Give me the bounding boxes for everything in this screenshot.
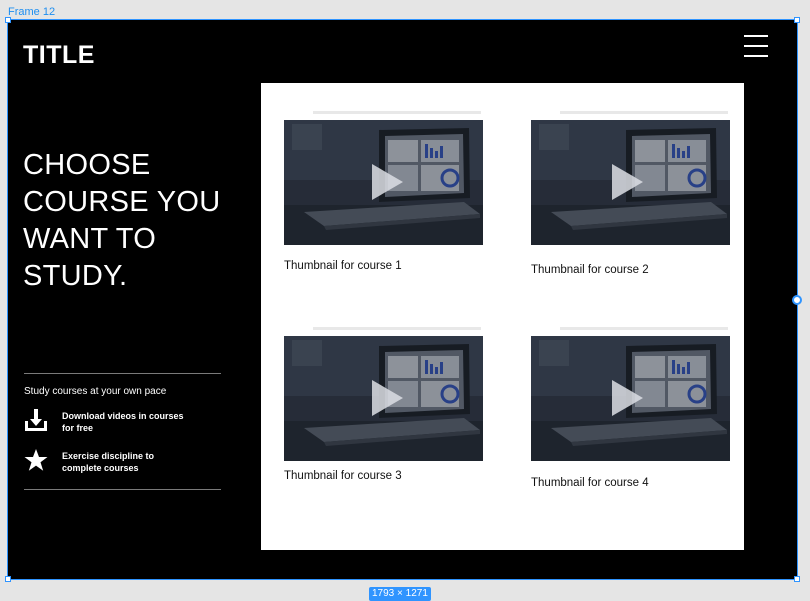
divider xyxy=(313,111,481,114)
divider xyxy=(313,327,481,330)
resize-handle-bottom-left[interactable] xyxy=(5,576,11,582)
resize-handle-bottom-right[interactable] xyxy=(794,576,800,582)
divider xyxy=(560,111,728,114)
headline-line: WANT TO xyxy=(23,223,157,255)
course-title[interactable]: Thumbnail for course 1 xyxy=(284,260,402,272)
hamburger-menu-icon[interactable] xyxy=(744,34,769,58)
course-thumbnail[interactable] xyxy=(284,120,483,245)
course-card[interactable]: Thumbnail for course 1 xyxy=(284,111,483,272)
frame-label[interactable]: Frame 12 xyxy=(8,6,55,18)
headline: CHOOSE COURSE YOU WANT TO STUDY. xyxy=(23,147,243,295)
course-title[interactable]: Thumbnail for course 3 xyxy=(284,470,402,482)
features-heading: Study courses at your own pace xyxy=(24,386,167,397)
feature-discipline: Exercise discipline to complete courses xyxy=(24,448,221,478)
course-card[interactable]: Thumbnail for course 4 xyxy=(531,327,730,489)
resize-handle-top-left[interactable] xyxy=(5,17,11,23)
headline-line: COURSE YOU xyxy=(23,186,221,218)
courses-panel: Thumbnail for course 1 Thumbnail for cou… xyxy=(261,83,744,550)
download-icon xyxy=(25,409,47,431)
divider xyxy=(560,327,728,330)
course-card[interactable]: Thumbnail for course 3 xyxy=(284,327,483,482)
features-box: Study courses at your own pace Download … xyxy=(24,373,221,490)
page-title: TITLE xyxy=(23,41,95,69)
course-title[interactable]: Thumbnail for course 4 xyxy=(531,477,649,489)
course-thumbnail[interactable] xyxy=(531,120,730,245)
headline-line: STUDY. xyxy=(23,260,128,292)
course-thumbnail[interactable] xyxy=(531,336,730,461)
course-title[interactable]: Thumbnail for course 2 xyxy=(531,264,649,276)
star-icon xyxy=(24,449,48,471)
feature-text: Exercise discipline to complete courses xyxy=(62,451,155,473)
feature-text: Download videos in courses for free xyxy=(62,411,184,433)
artboard[interactable]: TITLE CHOOSE COURSE YOU WANT TO STUDY. S… xyxy=(7,19,798,580)
course-thumbnail[interactable] xyxy=(284,336,483,461)
resize-handle-top-right[interactable] xyxy=(794,17,800,23)
resize-handle-right[interactable] xyxy=(792,295,802,305)
feature-download: Download videos in courses for free xyxy=(24,408,221,438)
course-card[interactable]: Thumbnail for course 2 xyxy=(531,111,730,276)
headline-line: CHOOSE xyxy=(23,149,151,181)
